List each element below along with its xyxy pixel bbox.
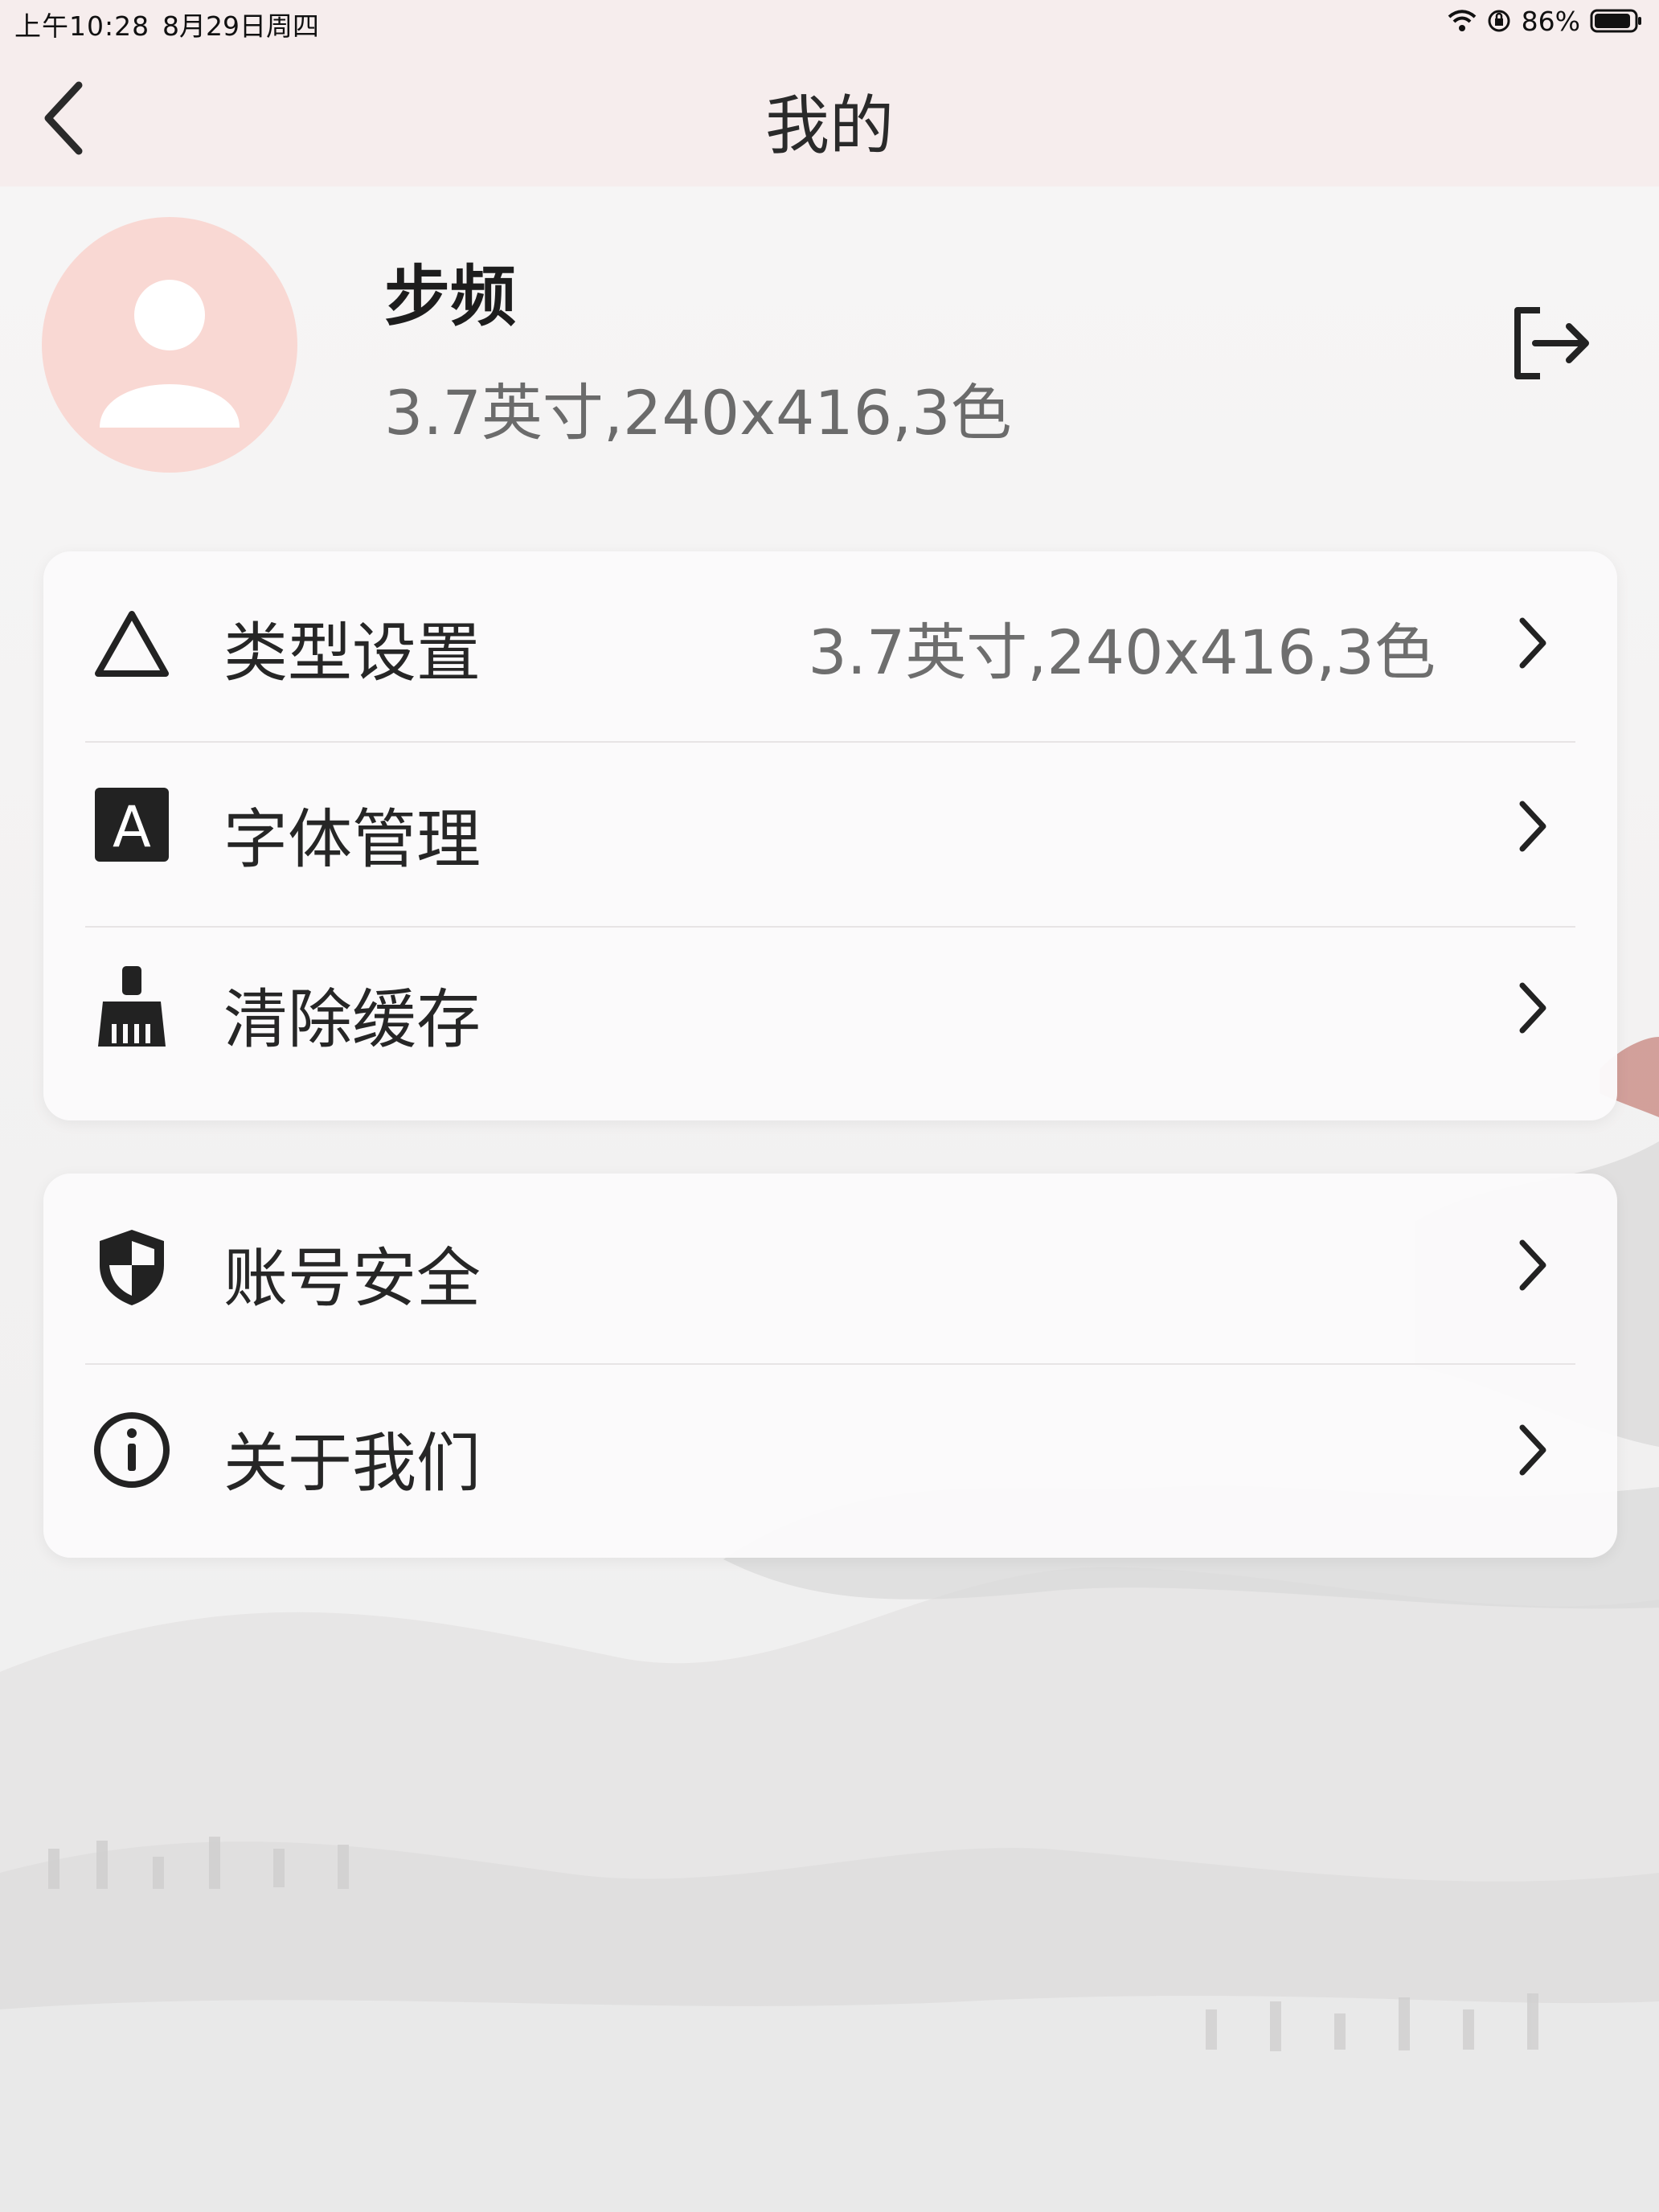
orientation-lock-icon — [1488, 10, 1510, 32]
settings-row-value: 3.7英寸,240x416,3色 — [808, 616, 1436, 688]
logout-icon — [1514, 307, 1589, 379]
settings-card-1: 类型设置 3.7英寸,240x416,3色 A 字体管理 清除缓存 — [43, 551, 1617, 1120]
settings-row-label: 类型设置 — [223, 616, 481, 690]
triangle-icon — [95, 611, 169, 677]
chevron-right-icon — [1519, 1424, 1546, 1476]
settings-card-2: 账号安全 关于我们 — [43, 1174, 1617, 1558]
battery-percent: 86% — [1521, 5, 1580, 37]
device-description: 3.7英寸,240x416,3色 — [384, 377, 1012, 449]
svg-text:A: A — [113, 794, 151, 860]
chevron-right-icon — [1519, 1239, 1546, 1291]
avatar[interactable] — [42, 217, 297, 473]
shield-icon — [100, 1230, 164, 1305]
status-indicators: 86% — [1448, 5, 1643, 37]
chevron-right-icon — [1519, 801, 1546, 852]
chevron-right-icon — [1519, 982, 1546, 1034]
battery-icon — [1590, 9, 1641, 33]
status-date: 8月29日周四 — [162, 10, 319, 42]
navigation-bar: 我的 — [0, 42, 1659, 186]
wifi-icon — [1448, 10, 1476, 31]
status-bar: 上午10:28 8月29日周四 86% — [0, 0, 1659, 42]
settings-row-label: 字体管理 — [223, 802, 481, 877]
user-name: 步频 — [384, 259, 517, 335]
broom-icon — [98, 966, 166, 1047]
logout-button[interactable] — [1505, 299, 1593, 387]
settings-row-label: 关于我们 — [223, 1426, 481, 1501]
profile-section: 步频 3.7英寸,240x416,3色 — [0, 186, 1659, 524]
settings-row-about-us[interactable]: 关于我们 — [43, 1365, 1617, 1548]
page-title: 我的 — [765, 88, 894, 163]
status-time: 上午10:28 — [14, 10, 150, 42]
settings-row-label: 账号安全 — [223, 1241, 481, 1316]
font-a-icon: A — [95, 788, 169, 862]
settings-row-type[interactable]: 类型设置 3.7英寸,240x416,3色 — [43, 551, 1617, 735]
settings-row-fonts[interactable]: A 字体管理 — [43, 743, 1617, 926]
info-icon — [94, 1412, 170, 1488]
settings-row-clear-cache[interactable]: 清除缓存 — [43, 928, 1617, 1111]
settings-row-account-security[interactable]: 账号安全 — [43, 1174, 1617, 1357]
chevron-right-icon — [1519, 617, 1546, 669]
settings-row-label: 清除缓存 — [223, 982, 481, 1057]
user-avatar-icon — [100, 280, 240, 428]
